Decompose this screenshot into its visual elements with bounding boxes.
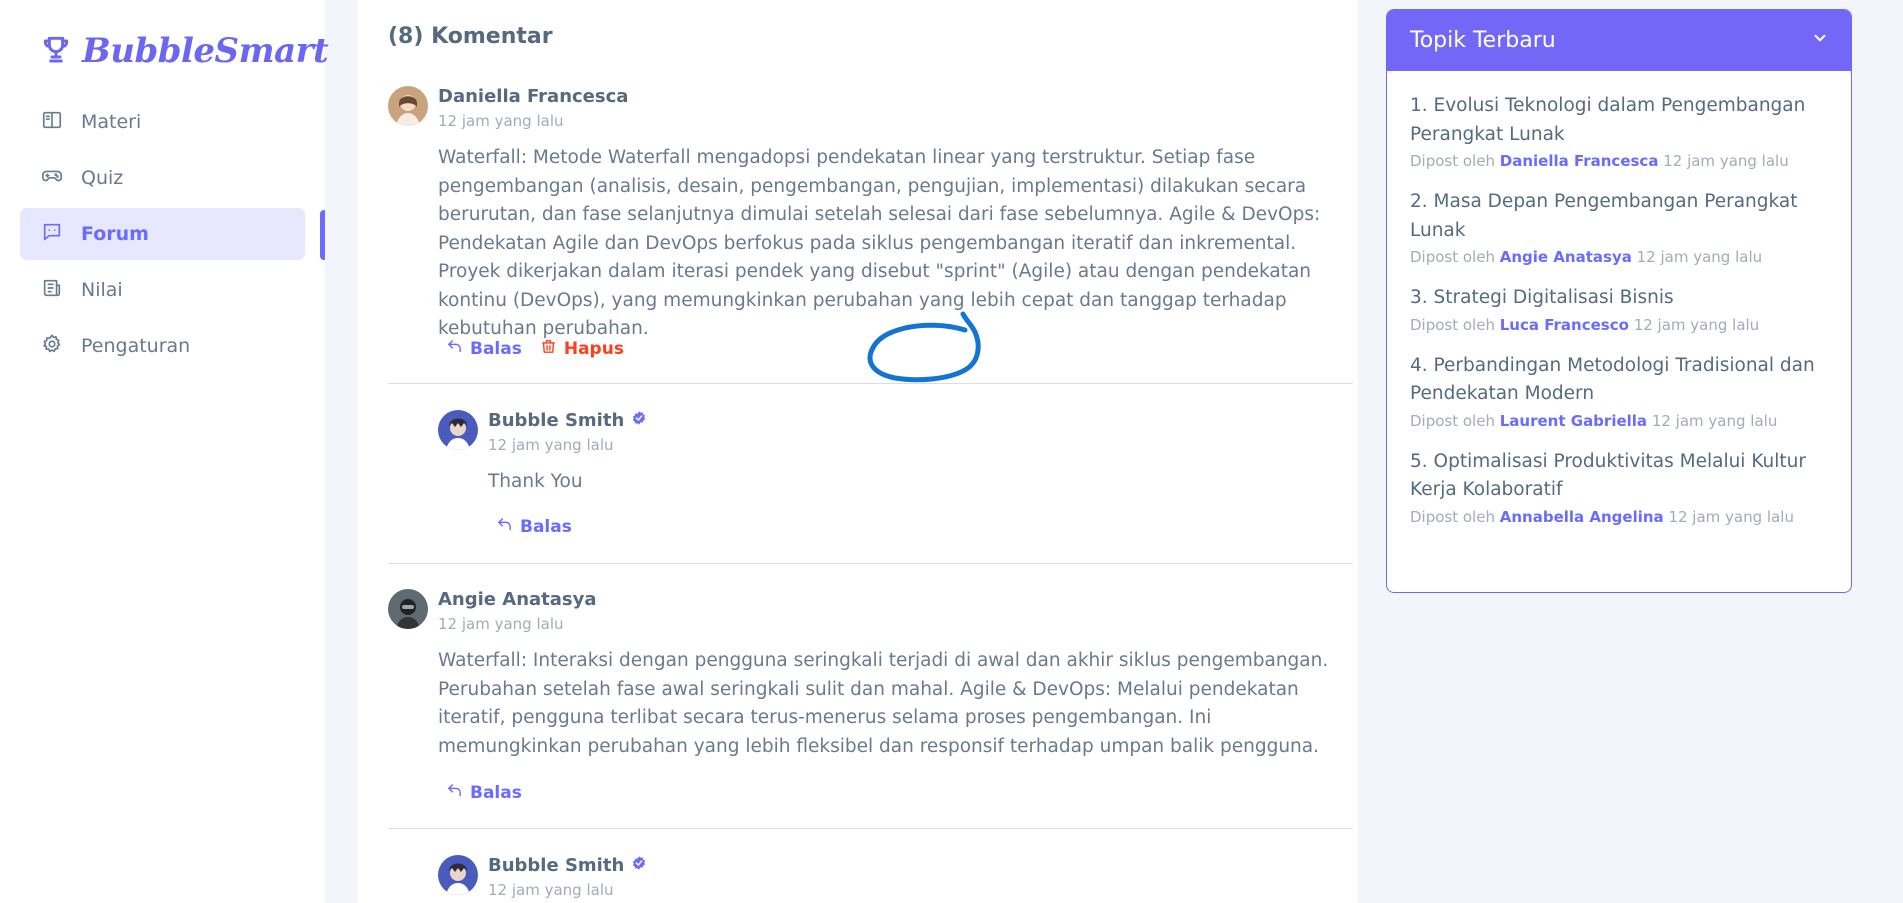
sidebar-item-forum[interactable]: Forum	[20, 208, 305, 260]
panel-title: Topik Terbaru	[1410, 28, 1556, 53]
sidebar-item-materi[interactable]: Materi	[20, 96, 305, 148]
book-open-icon	[41, 109, 63, 136]
report-icon	[41, 277, 63, 304]
reply-button[interactable]: Balas	[446, 782, 522, 804]
topic-title[interactable]: 4. Perbandingan Metodologi Tradisional d…	[1410, 352, 1829, 409]
divider	[388, 828, 1353, 829]
comments-card: (8) Komentar Daniella Francesca 12 jam y…	[358, 0, 1358, 903]
avatar	[388, 589, 428, 629]
topic-item[interactable]: 3. Strategi Digitalisasi Bisnis Dipost o…	[1410, 284, 1829, 334]
sidebar-item-label: Forum	[81, 223, 149, 245]
sidebar-item-quiz[interactable]: Quiz	[20, 152, 305, 204]
comments-title: (8) Komentar	[388, 24, 553, 49]
topic-author[interactable]: Annabella Angelina	[1500, 508, 1664, 526]
reply-item: Bubble Smith 12 jam yang lalu	[438, 855, 1353, 903]
topic-meta: Dipost oleh Luca Francesco 12 jam yang l…	[1410, 315, 1760, 334]
reply-icon	[446, 338, 463, 360]
topic-list: 1. Evolusi Teknologi dalam Pengembangan …	[1387, 71, 1851, 526]
reply-button[interactable]: Balas	[496, 516, 572, 538]
topic-item[interactable]: 1. Evolusi Teknologi dalam Pengembangan …	[1410, 92, 1829, 170]
topic-title[interactable]: 1. Evolusi Teknologi dalam Pengembangan …	[1410, 92, 1829, 149]
trophy-icon	[40, 33, 72, 69]
sidebar: BubbleSmart Materi Quiz Forum Nilai Peng…	[0, 0, 329, 903]
comment-time: 12 jam yang lalu	[438, 112, 564, 130]
topic-meta: Dipost oleh Daniella Francesca 12 jam ya…	[1410, 152, 1789, 170]
comment-time: 12 jam yang lalu	[488, 881, 614, 899]
reply-item: Bubble Smith 12 jam yang lalu Thank You …	[438, 410, 1353, 540]
delete-button[interactable]: Hapus	[540, 338, 624, 360]
comment-actions: Balas	[496, 516, 572, 538]
sidebar-item-label: Nilai	[81, 279, 123, 301]
avatar	[438, 855, 478, 895]
trash-icon	[540, 338, 557, 360]
sidebar-item-pengaturan[interactable]: Pengaturan	[20, 320, 305, 372]
topic-title[interactable]: 5. Optimalisasi Produktivitas Melalui Ku…	[1410, 448, 1829, 505]
comment-text: Waterfall: Interaksi dengan pengguna ser…	[438, 650, 1329, 757]
sidebar-item-nilai[interactable]: Nilai	[20, 264, 305, 316]
chevron-down-icon[interactable]	[1811, 28, 1829, 53]
comment-time: 12 jam yang lalu	[438, 615, 564, 633]
comment-time: 12 jam yang lalu	[488, 436, 614, 454]
comment-item: Daniella Francesca 12 jam yang lalu Wate…	[388, 86, 1353, 376]
sidebar-item-label: Materi	[81, 111, 142, 133]
sidebar-menu: Materi Quiz Forum Nilai Pengaturan	[20, 96, 305, 376]
reply-icon	[446, 782, 463, 804]
avatar	[438, 410, 478, 450]
topic-title[interactable]: 3. Strategi Digitalisasi Bisnis	[1410, 284, 1829, 313]
comment-text: Waterfall: Metode Waterfall mengadopsi p…	[438, 147, 1321, 339]
divider	[388, 383, 1353, 384]
comment-text: Thank You	[488, 471, 583, 492]
comment-author[interactable]: Bubble Smith	[488, 410, 647, 431]
comment-author[interactable]: Angie Anatasya	[438, 589, 597, 610]
sidebar-item-label: Quiz	[81, 167, 124, 189]
app-name: BubbleSmart	[82, 31, 329, 71]
topic-meta: Dipost oleh Laurent Gabriella 12 jam yan…	[1410, 411, 1778, 430]
reply-icon	[496, 516, 513, 538]
gamepad-icon	[41, 165, 63, 192]
topic-item[interactable]: 2. Masa Depan Pengembangan Perangkat Lun…	[1410, 188, 1829, 266]
avatar	[388, 86, 428, 126]
topic-meta: Dipost oleh Annabella Angelina 12 jam ya…	[1410, 507, 1794, 526]
active-indicator	[320, 210, 325, 260]
chat-icon	[41, 221, 63, 248]
verified-badge-icon	[631, 855, 647, 876]
topic-item[interactable]: 4. Perbandingan Metodologi Tradisional d…	[1410, 352, 1829, 430]
comment-item: Angie Anatasya 12 jam yang lalu Waterfal…	[388, 589, 1353, 814]
comment-author[interactable]: Bubble Smith	[488, 855, 647, 876]
divider	[388, 563, 1353, 564]
verified-badge-icon	[631, 410, 647, 431]
topic-author[interactable]: Angie Anatasya	[1500, 248, 1632, 266]
topic-title[interactable]: 2. Masa Depan Pengembangan Perangkat Lun…	[1410, 188, 1829, 245]
topic-author[interactable]: Laurent Gabriella	[1500, 412, 1647, 430]
comment-actions: Balas	[446, 782, 522, 804]
topic-meta: Dipost oleh Angie Anatasya 12 jam yang l…	[1410, 248, 1763, 266]
comment-actions: Balas Hapus	[446, 338, 624, 360]
topic-author[interactable]: Daniella Francesca	[1500, 152, 1659, 170]
sidebar-item-label: Pengaturan	[81, 335, 191, 357]
comment-author[interactable]: Daniella Francesca	[438, 86, 628, 107]
latest-topics-panel: Topik Terbaru 1. Evolusi Teknologi dalam…	[1386, 9, 1852, 593]
gear-icon	[41, 333, 63, 360]
logo[interactable]: BubbleSmart	[40, 30, 329, 72]
topic-item[interactable]: 5. Optimalisasi Produktivitas Melalui Ku…	[1410, 448, 1829, 526]
topic-author[interactable]: Luca Francesco	[1500, 316, 1629, 334]
reply-button[interactable]: Balas	[446, 338, 522, 360]
panel-header[interactable]: Topik Terbaru	[1387, 10, 1851, 71]
